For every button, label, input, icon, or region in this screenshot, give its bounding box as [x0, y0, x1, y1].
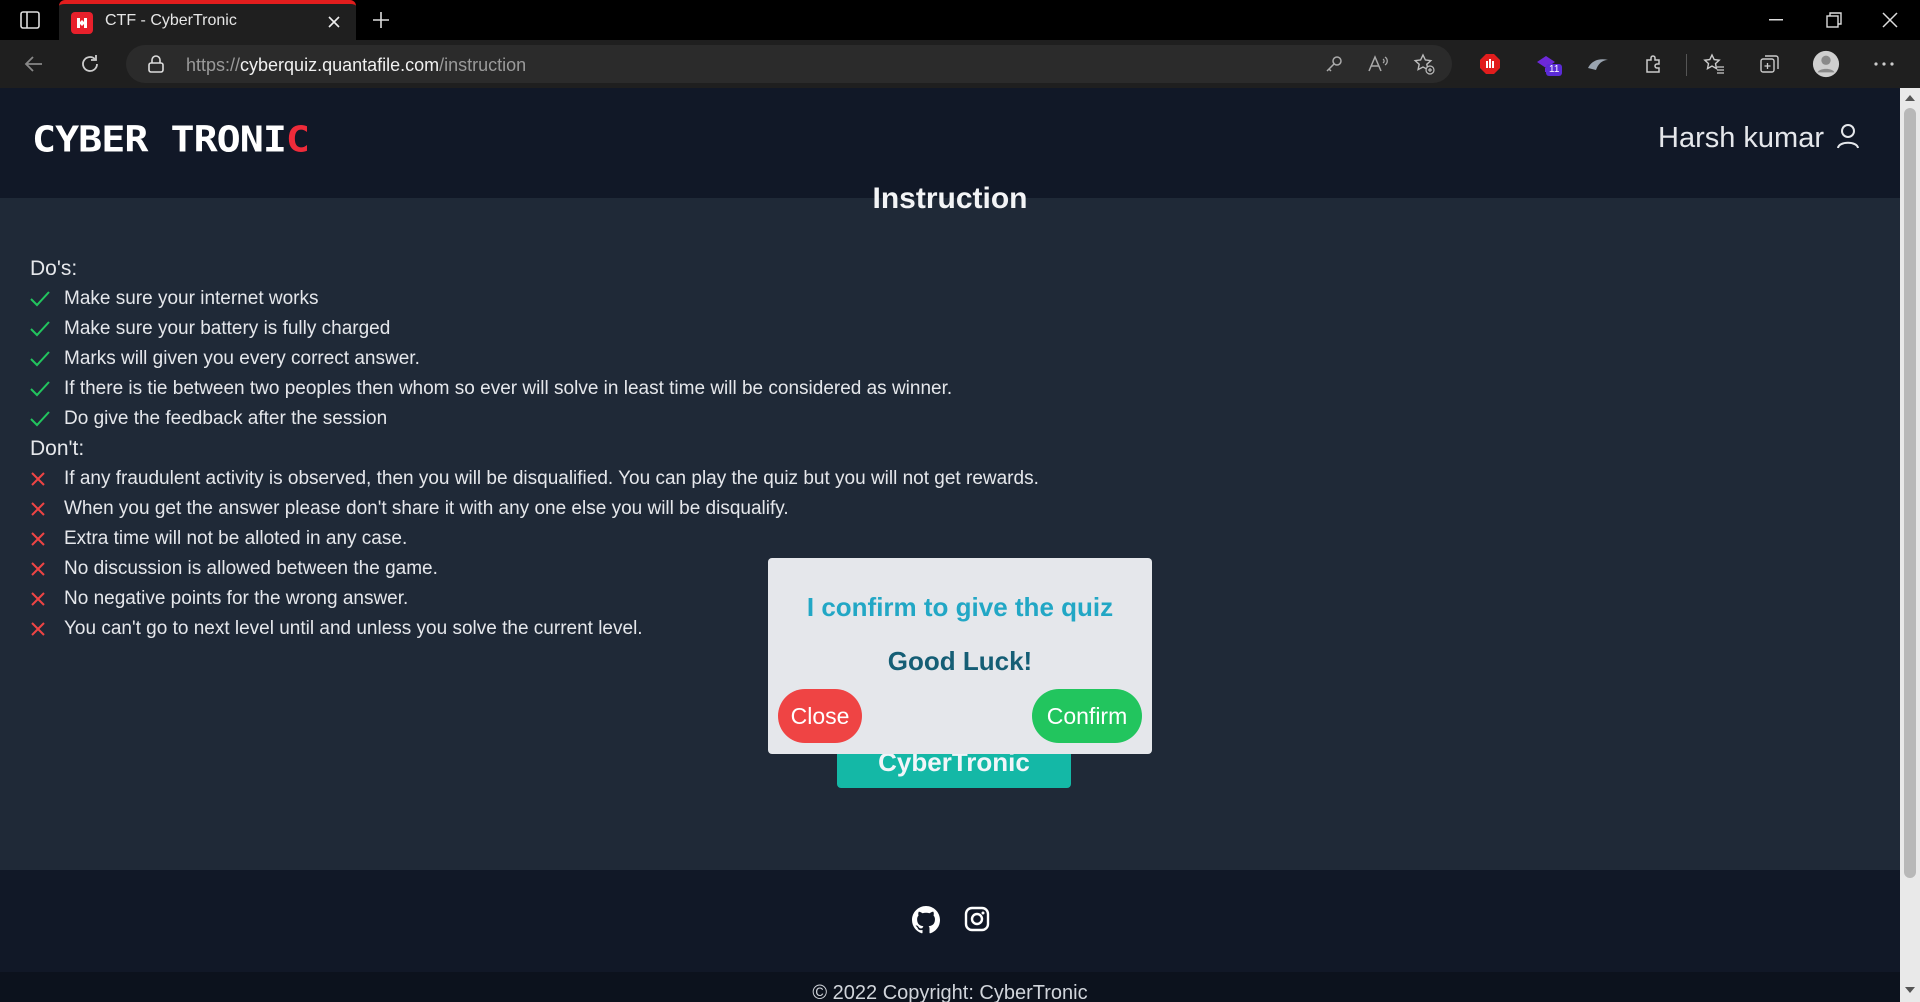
do-item-text: Marks will given you every correct answe… — [64, 348, 420, 369]
browser-tab-bar: CTF - CyberTronic — [0, 0, 1920, 40]
scroll-up-icon[interactable] — [1904, 92, 1916, 104]
do-item-text: Make sure your internet works — [64, 288, 319, 309]
close-button[interactable]: Close — [778, 689, 862, 743]
back-icon[interactable] — [18, 48, 50, 80]
github-icon[interactable] — [912, 906, 940, 939]
dont-item-text: When you get the answer please don't sha… — [64, 498, 789, 519]
modal-title: I confirm to give the quiz — [806, 592, 1114, 622]
do-item: Marks will given you every correct answe… — [30, 344, 1039, 374]
site-favicon-icon — [71, 12, 93, 34]
site-footer: © 2022 Copyright: CyberTronic — [0, 870, 1900, 1002]
dont-item-text: If any fraudulent activity is observed, … — [64, 468, 1039, 489]
extension-icon[interactable]: 11 — [1532, 50, 1563, 78]
adblock-extension-icon[interactable] — [1476, 50, 1504, 78]
tab-actions-icon[interactable] — [14, 8, 46, 32]
address-bar[interactable]: https://cyberquiz.quantafile.com/instruc… — [126, 45, 1452, 83]
page-title: Instruction — [872, 182, 1028, 215]
read-aloud-icon[interactable] — [1366, 52, 1390, 76]
check-icon — [30, 374, 64, 404]
cross-icon — [30, 494, 64, 524]
cross-icon — [30, 584, 64, 614]
password-key-icon[interactable] — [1322, 52, 1346, 76]
dont-item-text: No negative points for the wrong answer. — [64, 588, 409, 609]
collections-icon[interactable] — [1756, 50, 1784, 78]
donts-heading: Don't: — [30, 437, 85, 460]
window-close-icon[interactable] — [1870, 4, 1910, 36]
scrollbar-thumb[interactable] — [1904, 108, 1916, 878]
url-text: https://cyberquiz.quantafile.com/instruc… — [186, 55, 527, 75]
do-item: Do give the feedback after the session — [30, 404, 1039, 434]
extension-icon-2[interactable] — [1584, 50, 1612, 78]
user-icon — [1836, 123, 1860, 154]
dos-heading: Do's: — [30, 257, 78, 280]
modal-subtitle: Good Luck! — [887, 646, 1033, 676]
confirm-modal: I confirm to give the quiz Good Luck! Cl… — [768, 558, 1152, 754]
check-icon — [30, 344, 64, 374]
dont-item: If any fraudulent activity is observed, … — [30, 464, 1039, 494]
confirm-button[interactable]: Confirm — [1032, 689, 1142, 743]
dont-item: Extra time will not be alloted in any ca… — [30, 524, 1039, 554]
cross-icon — [30, 554, 64, 584]
favorites-icon[interactable] — [1700, 50, 1728, 78]
refresh-icon[interactable] — [74, 48, 106, 80]
dont-item: When you get the answer please don't sha… — [30, 494, 1039, 524]
instagram-icon[interactable] — [964, 906, 990, 939]
do-item: If there is tie between two peoples then… — [30, 374, 1039, 404]
copyright-text: © 2022 Copyright: CyberTronic — [0, 972, 1900, 1002]
dont-item-text: No discussion is allowed between the gam… — [64, 558, 438, 579]
toolbar-separator — [1686, 54, 1687, 76]
minimize-icon[interactable] — [1756, 4, 1796, 36]
check-icon — [30, 314, 64, 344]
scroll-down-icon[interactable] — [1904, 984, 1916, 996]
profile-avatar-icon[interactable] — [1812, 50, 1840, 78]
check-icon — [30, 404, 64, 434]
page-scrollbar[interactable] — [1900, 88, 1920, 1002]
do-item: Make sure your battery is fully charged — [30, 314, 1039, 344]
tab-title: CTF - CyberTronic — [105, 12, 237, 29]
add-favorite-icon[interactable] — [1412, 52, 1436, 76]
browser-tab-active[interactable]: CTF - CyberTronic — [59, 0, 356, 40]
do-item-text: Make sure your battery is fully charged — [64, 318, 391, 339]
cross-icon — [30, 614, 64, 644]
restore-icon[interactable] — [1814, 4, 1854, 36]
page-viewport: CYBER TRONIC Harsh kumar Instruction Do'… — [0, 88, 1900, 1002]
lock-icon — [148, 55, 164, 78]
do-item: Make sure your internet works — [30, 284, 1039, 314]
extensions-puzzle-icon[interactable] — [1640, 50, 1668, 78]
user-name: Harsh kumar — [1658, 122, 1824, 154]
cross-icon — [30, 524, 64, 554]
check-icon — [30, 284, 64, 314]
cross-icon — [30, 464, 64, 494]
do-item-text: Do give the feedback after the session — [64, 408, 388, 429]
do-item-text: If there is tie between two peoples then… — [64, 378, 953, 399]
browser-toolbar: https://cyberquiz.quantafile.com/instruc… — [0, 40, 1920, 88]
social-links — [912, 906, 990, 939]
new-tab-icon[interactable] — [366, 6, 396, 34]
extension-badge: 11 — [1546, 64, 1563, 76]
dont-item-text: You can't go to next level until and unl… — [64, 618, 643, 639]
tab-close-icon[interactable] — [322, 10, 346, 34]
cybertronic-logo[interactable]: CYBER TRONIC — [32, 122, 310, 158]
user-menu[interactable]: Harsh kumar — [1658, 122, 1860, 155]
more-menu-icon[interactable] — [1870, 50, 1898, 78]
dont-item-text: Extra time will not be alloted in any ca… — [64, 528, 408, 549]
